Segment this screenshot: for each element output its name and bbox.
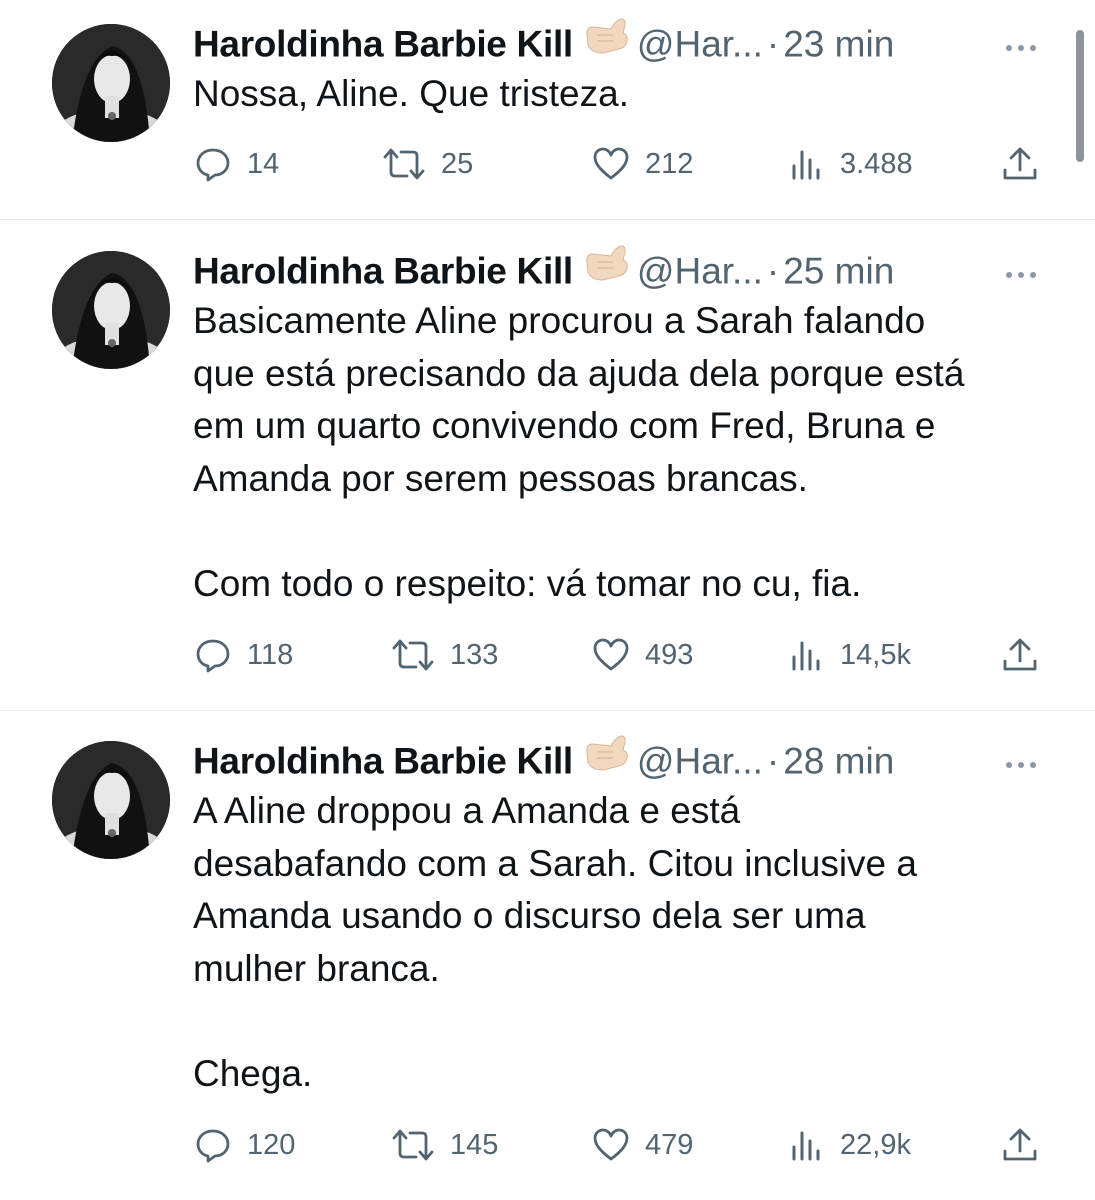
reply-count: 14 xyxy=(247,147,280,180)
retweet-button[interactable]: 145 xyxy=(390,1123,498,1167)
share-button[interactable] xyxy=(1000,633,1040,677)
views-button[interactable]: 3.488 xyxy=(790,142,913,186)
views-count: 3.488 xyxy=(840,147,913,180)
tweet-header: Haroldinha Barbie Kill @Har... · 23 min xyxy=(193,18,1053,68)
views-icon xyxy=(790,1125,826,1165)
tweet-actions: 118 133 493 14,5k xyxy=(193,633,1053,677)
author-handle[interactable]: @Har... xyxy=(637,23,763,64)
tweet-1[interactable]: Haroldinha Barbie Kill @Har... · 23 min No… xyxy=(0,0,1095,220)
separator-dot: · xyxy=(766,23,780,65)
reply-count: 118 xyxy=(247,638,294,671)
heart-icon xyxy=(591,1125,631,1165)
views-icon xyxy=(790,144,826,184)
tweet-text: A Aline droppou a Amanda e está desabafa… xyxy=(193,790,917,1094)
like-count: 493 xyxy=(645,638,694,671)
reply-button[interactable]: 120 xyxy=(193,1123,295,1167)
heart-icon xyxy=(591,635,631,675)
separator-dot: · xyxy=(766,250,780,292)
more-options-icon[interactable] xyxy=(1001,253,1041,283)
tweet-header: Haroldinha Barbie Kill @Har... · 25 min xyxy=(193,245,1053,295)
retweet-button[interactable]: 133 xyxy=(390,633,498,677)
share-button[interactable] xyxy=(1000,142,1040,186)
tweet-actions: 14 25 212 3.488 xyxy=(193,142,1053,186)
reply-icon xyxy=(193,1125,233,1165)
retweet-count: 133 xyxy=(450,638,499,671)
more-options-icon[interactable] xyxy=(1001,743,1041,773)
like-button[interactable]: 479 xyxy=(591,1123,693,1167)
retweet-icon xyxy=(390,635,436,675)
views-count: 22,9k xyxy=(840,1128,911,1161)
author-name[interactable]: Haroldinha Barbie Kill xyxy=(193,740,573,781)
tweet-text: Nossa, Aline. Que tristeza. xyxy=(193,73,629,114)
like-count: 479 xyxy=(645,1128,694,1161)
separator-dot: · xyxy=(766,740,780,782)
like-count: 212 xyxy=(645,147,694,180)
tweet-time[interactable]: 25 min xyxy=(783,250,894,291)
tweet-time[interactable]: 28 min xyxy=(783,740,894,781)
heart-icon xyxy=(591,144,631,184)
retweet-icon xyxy=(390,1125,436,1165)
views-count: 14,5k xyxy=(840,638,911,671)
share-button[interactable] xyxy=(1000,1123,1040,1167)
reply-count: 120 xyxy=(247,1128,296,1161)
call-me-hand-icon xyxy=(583,242,631,299)
share-icon xyxy=(1000,1125,1040,1165)
like-button[interactable]: 212 xyxy=(591,142,693,186)
retweet-icon xyxy=(381,144,427,184)
tweet-header: Haroldinha Barbie Kill @Har... · 28 min xyxy=(193,735,1053,785)
share-icon xyxy=(1000,635,1040,675)
author-name[interactable]: Haroldinha Barbie Kill xyxy=(193,23,573,64)
share-icon xyxy=(1000,144,1040,184)
tweet-time[interactable]: 23 min xyxy=(783,23,894,64)
more-options-icon[interactable] xyxy=(1001,26,1041,56)
retweet-count: 25 xyxy=(441,147,474,180)
tweet-text: Basicamente Aline procurou a Sarah falan… xyxy=(193,300,965,604)
retweet-button[interactable]: 25 xyxy=(381,142,473,186)
avatar[interactable] xyxy=(52,741,170,859)
scrollbar[interactable] xyxy=(1076,30,1084,162)
like-button[interactable]: 493 xyxy=(591,633,693,677)
reply-icon xyxy=(193,635,233,675)
call-me-hand-icon xyxy=(583,15,631,72)
reply-button[interactable]: 118 xyxy=(193,633,293,677)
avatar[interactable] xyxy=(52,251,170,369)
retweet-count: 145 xyxy=(450,1128,499,1161)
reply-button[interactable]: 14 xyxy=(193,142,279,186)
author-name[interactable]: Haroldinha Barbie Kill xyxy=(193,250,573,291)
views-button[interactable]: 22,9k xyxy=(790,1123,911,1167)
tweet-2[interactable]: Haroldinha Barbie Kill @Har... · 25 min Ba… xyxy=(0,220,1095,710)
views-button[interactable]: 14,5k xyxy=(790,633,911,677)
avatar[interactable] xyxy=(52,24,170,142)
author-handle[interactable]: @Har... xyxy=(637,740,763,781)
reply-icon xyxy=(193,144,233,184)
author-handle[interactable]: @Har... xyxy=(637,250,763,291)
tweet-3[interactable]: Haroldinha Barbie Kill @Har... · 28 min A … xyxy=(0,711,1095,1200)
tweet-actions: 120 145 479 22,9k xyxy=(193,1123,1053,1167)
call-me-hand-icon xyxy=(583,732,631,789)
views-icon xyxy=(790,635,826,675)
